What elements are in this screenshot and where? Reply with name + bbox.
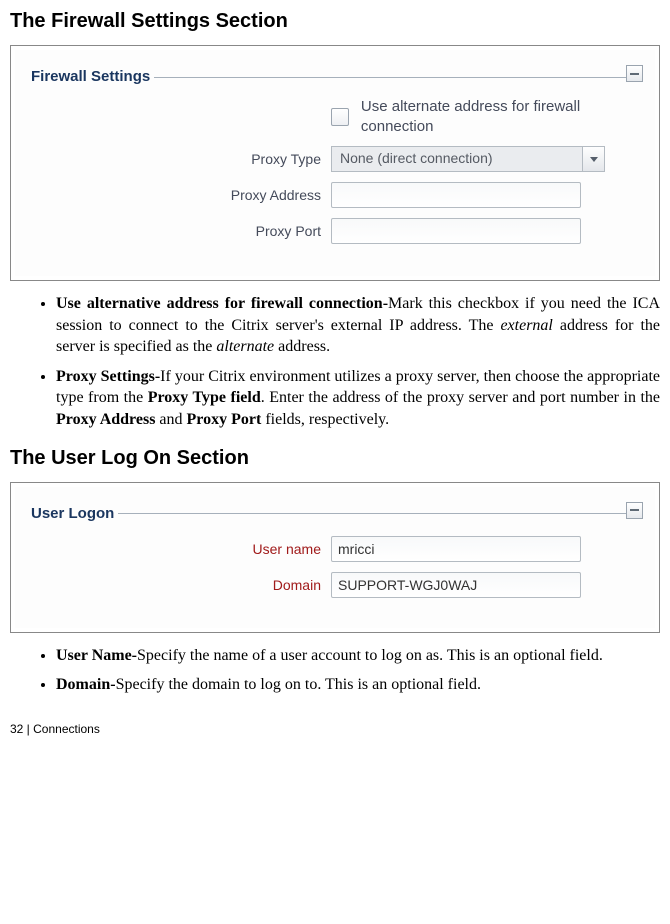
collapse-button[interactable]: [626, 65, 643, 82]
proxy-type-value: None (direct connection): [331, 146, 583, 172]
proxy-address-input[interactable]: [331, 182, 581, 208]
legend-divider: [31, 513, 639, 514]
section-heading-firewall: The Firewall Settings Section: [10, 10, 660, 33]
firewall-description-list: Use alternative address for firewall con…: [10, 293, 660, 431]
proxy-type-dropdown-button[interactable]: [583, 146, 605, 172]
user-logon-description-list: User Name-Specify the name of a user acc…: [10, 645, 660, 696]
alt-address-label: Use alternate address for firewall conne…: [353, 97, 613, 136]
bullet-lead: User Name-: [56, 647, 137, 664]
user-logon-panel-outer: User Logon User name Domain: [10, 482, 660, 633]
bullet-text: Specify the domain to log on to. This is…: [116, 676, 481, 693]
firewall-legend-text: Firewall Settings: [31, 68, 154, 85]
alt-address-control: Use alternate address for firewall conne…: [331, 97, 639, 136]
domain-input[interactable]: [331, 572, 581, 598]
proxy-type-label: Proxy Type: [31, 151, 331, 167]
firewall-panel-outer: Firewall Settings Use alternate address …: [10, 45, 660, 281]
bullet-bold: Proxy Port: [187, 411, 262, 428]
user-logon-panel: User Logon User name Domain: [15, 487, 655, 628]
bullet-bold: Proxy Type field: [148, 389, 261, 406]
minus-icon: [630, 73, 639, 75]
proxy-type-select[interactable]: None (direct connection): [331, 146, 605, 172]
bullet-lead: Use alternative address for firewall con…: [56, 295, 388, 312]
proxy-port-input[interactable]: [331, 218, 581, 244]
bullet-text: Specify the name of a user account to lo…: [137, 647, 603, 664]
bullet-lead: Domain-: [56, 676, 116, 693]
list-item: Use alternative address for firewall con…: [56, 293, 660, 358]
bullet-text: . Enter the address of the proxy server …: [261, 389, 660, 406]
list-item: User Name-Specify the name of a user acc…: [56, 645, 660, 667]
bullet-text: fields, respectively.: [261, 411, 389, 428]
list-item: Domain-Specify the domain to log on to. …: [56, 674, 660, 696]
user-logon-legend-text: User Logon: [31, 505, 118, 522]
section-heading-user-logon: The User Log On Section: [10, 447, 660, 470]
list-item: Proxy Settings-If your Citrix environmen…: [56, 366, 660, 431]
minus-icon: [630, 509, 639, 511]
bullet-lead: Proxy Settings-: [56, 368, 160, 385]
proxy-port-label: Proxy Port: [31, 223, 331, 239]
chevron-down-icon: [590, 157, 598, 162]
bullet-em: external: [500, 317, 552, 334]
bullet-bold: Proxy Address: [56, 411, 155, 428]
page-footer: 32 | Connections: [10, 722, 660, 736]
user-logon-legend: User Logon: [31, 505, 639, 522]
alt-address-checkbox[interactable]: [331, 108, 349, 126]
bullet-em: alternate: [216, 338, 274, 355]
bullet-text: and: [155, 411, 186, 428]
bullet-text: address.: [274, 338, 330, 355]
firewall-panel: Firewall Settings Use alternate address …: [15, 50, 655, 276]
domain-label: Domain: [31, 577, 331, 593]
collapse-button[interactable]: [626, 502, 643, 519]
username-label: User name: [31, 541, 331, 557]
proxy-address-label: Proxy Address: [31, 187, 331, 203]
username-input[interactable]: [331, 536, 581, 562]
firewall-legend: Firewall Settings: [31, 68, 639, 85]
